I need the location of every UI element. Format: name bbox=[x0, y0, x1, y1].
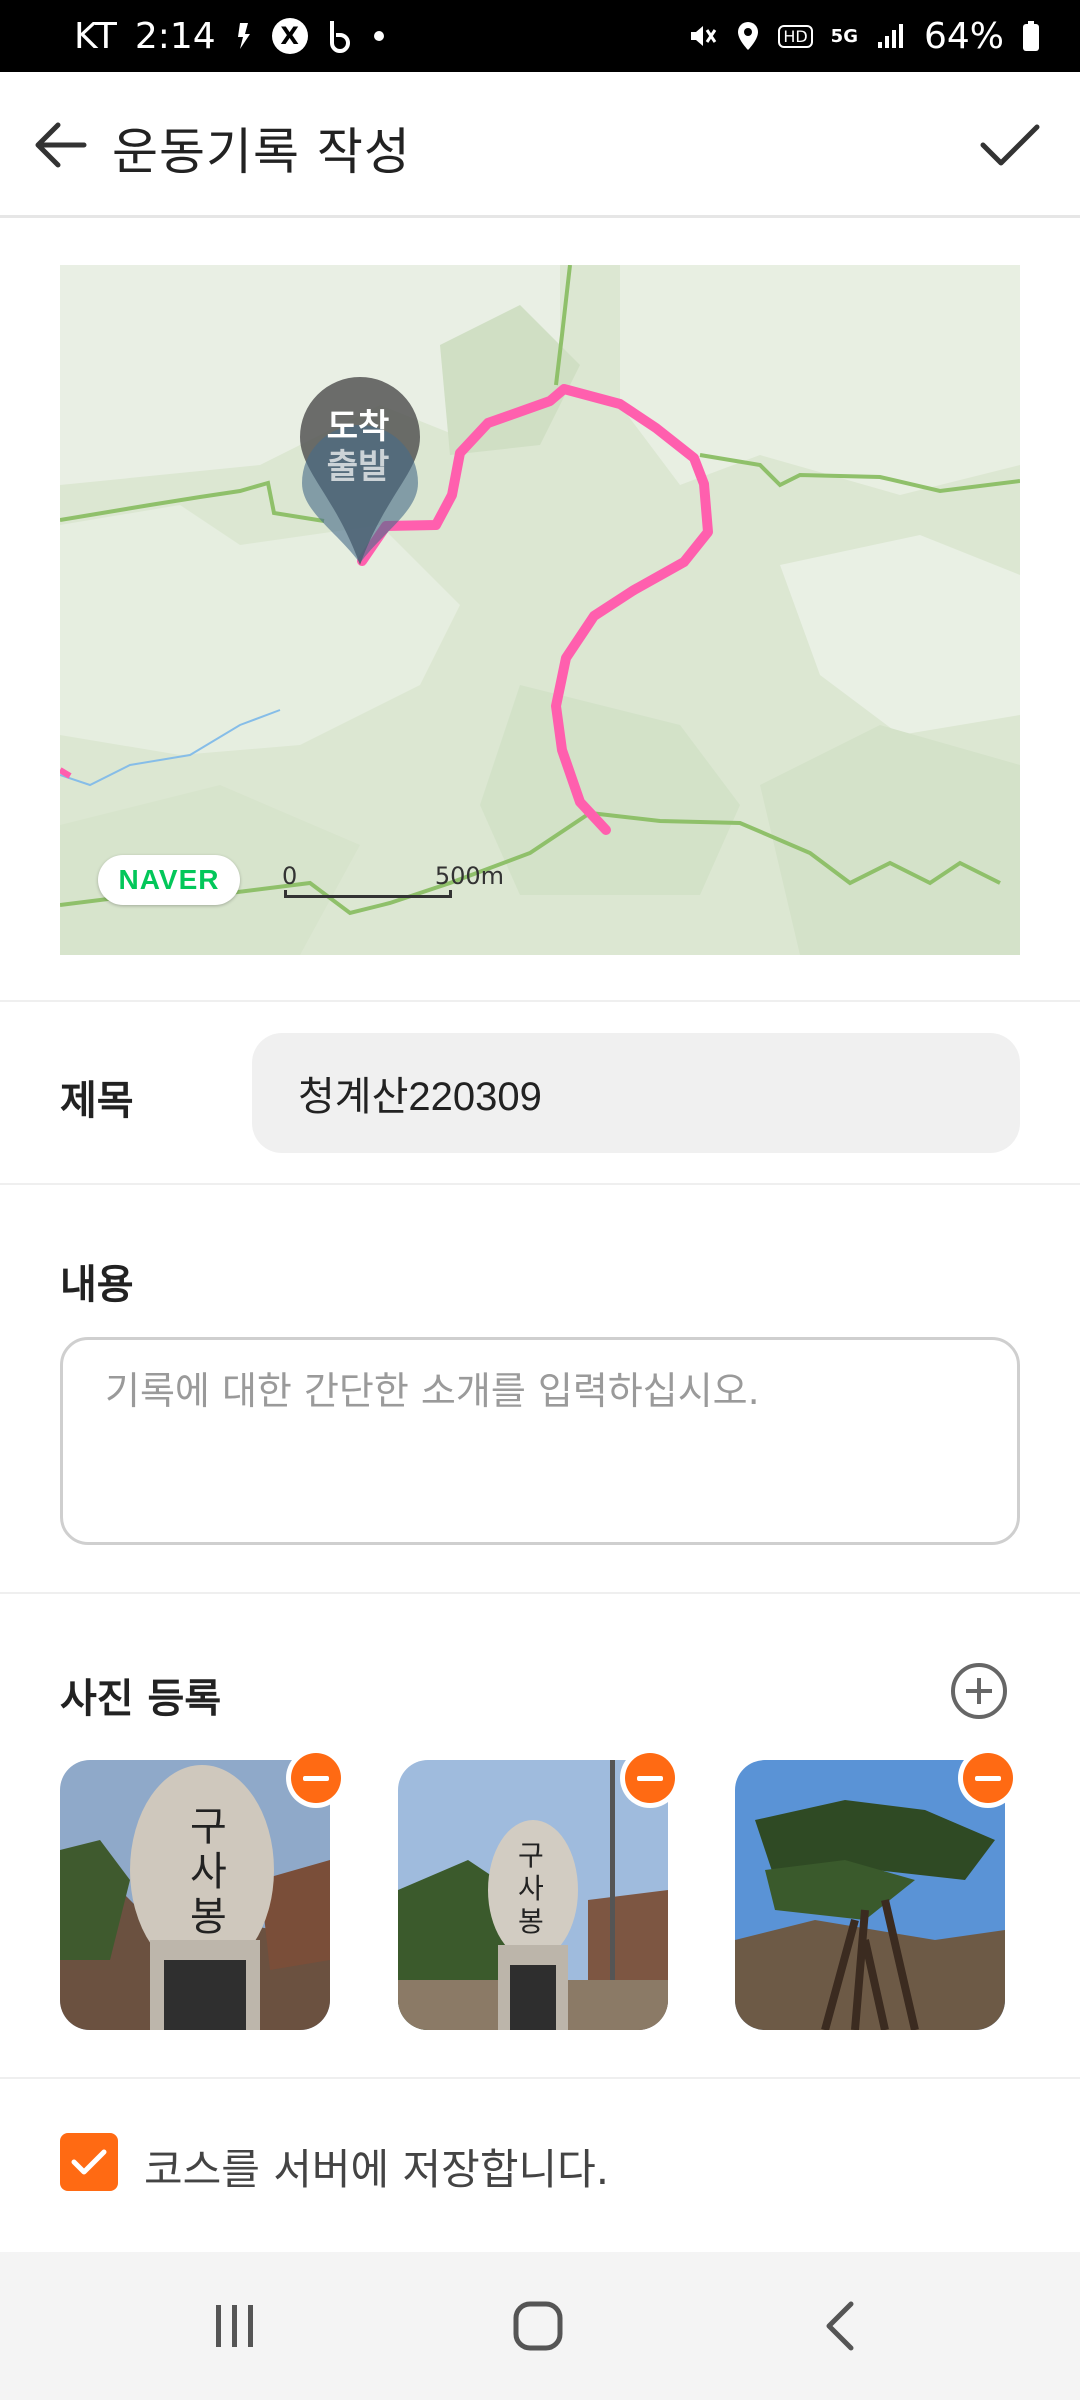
page-title: 운동기록 작성 bbox=[112, 123, 411, 181]
notification-icon bbox=[234, 21, 254, 51]
photo-thumbnail-3[interactable] bbox=[735, 1760, 1005, 2030]
app-bar: 운동기록 작성 bbox=[0, 72, 1080, 218]
confirm-button[interactable] bbox=[970, 105, 1050, 185]
home-icon bbox=[513, 2301, 563, 2351]
recent-apps-button[interactable] bbox=[155, 2252, 315, 2400]
x-app-icon: X bbox=[271, 18, 308, 54]
battery-icon bbox=[1022, 20, 1040, 52]
minus-circle-icon bbox=[625, 1753, 675, 1803]
location-icon bbox=[736, 21, 760, 51]
title-label: 제목 bbox=[60, 1078, 134, 1124]
scale-bar bbox=[284, 890, 452, 898]
photo-thumbnail-1[interactable]: 구 사 봉 bbox=[60, 1760, 330, 2030]
carrier-text: KT bbox=[74, 15, 117, 57]
content-label: 내용 bbox=[60, 1262, 134, 1308]
network-5g-icon: 5G bbox=[830, 25, 858, 47]
system-nav-bar bbox=[0, 2252, 1080, 2400]
divider bbox=[0, 1000, 1080, 1002]
divider bbox=[0, 2077, 1080, 2079]
content-textarea[interactable]: 기록에 대한 간단한 소개를 입력하십시오. bbox=[60, 1337, 1020, 1545]
title-input[interactable]: 청계산220309 bbox=[252, 1033, 1020, 1153]
photos-label: 사진 등록 bbox=[60, 1676, 222, 1722]
svg-text:구: 구 bbox=[518, 1839, 544, 1872]
arrow-left-icon bbox=[35, 122, 87, 168]
nav-back-button[interactable] bbox=[760, 2252, 920, 2400]
remove-photo-button[interactable] bbox=[620, 1748, 680, 1808]
remove-photo-button[interactable] bbox=[958, 1748, 1018, 1808]
svg-text:사: 사 bbox=[190, 1849, 227, 1895]
add-photo-button[interactable] bbox=[950, 1662, 1008, 1720]
minus-circle-icon bbox=[291, 1753, 341, 1803]
remove-photo-button[interactable] bbox=[286, 1748, 346, 1808]
minus-circle-icon bbox=[963, 1753, 1013, 1803]
b-app-icon bbox=[326, 19, 356, 53]
start-label: 출발 bbox=[326, 447, 390, 487]
more-notifications-icon bbox=[373, 31, 384, 41]
recent-apps-icon bbox=[216, 2305, 253, 2347]
svg-text:구: 구 bbox=[190, 1804, 227, 1850]
divider bbox=[0, 1183, 1080, 1185]
back-icon bbox=[826, 2301, 854, 2351]
back-button[interactable] bbox=[20, 105, 100, 185]
time-text: 2:14 bbox=[134, 15, 216, 57]
svg-text:사: 사 bbox=[518, 1872, 544, 1905]
photo-thumbnail-2[interactable]: 구 사 봉 bbox=[398, 1760, 668, 2030]
divider bbox=[0, 1592, 1080, 1594]
naver-logo: NAVER bbox=[98, 855, 240, 905]
map-terrain bbox=[60, 265, 1020, 955]
scale-end-label: 500m bbox=[434, 862, 504, 890]
tree-photo bbox=[735, 1760, 1005, 2030]
battery-text: 64% bbox=[923, 15, 1004, 57]
monument-photo: 구 사 봉 bbox=[398, 1760, 668, 2030]
svg-text:봉: 봉 bbox=[518, 1905, 544, 1938]
route-map[interactable]: 도착 출발 NAVER 0 500m bbox=[60, 265, 1020, 955]
status-bar: KT 2:14 X HD 5G 64% bbox=[0, 0, 1080, 72]
check-icon bbox=[71, 2149, 107, 2175]
scale-start-label: 0 bbox=[282, 862, 298, 890]
map-scale: 0 500m bbox=[282, 862, 504, 902]
save-course-label[interactable]: 코스를 서버에 저장합니다. bbox=[144, 2136, 609, 2197]
hd-icon: HD bbox=[778, 24, 813, 48]
check-icon bbox=[980, 124, 1040, 166]
home-button[interactable] bbox=[458, 2252, 618, 2400]
save-course-checkbox[interactable] bbox=[60, 2133, 118, 2191]
plus-circle-icon bbox=[951, 1663, 1007, 1719]
monument-photo: 구 사 봉 bbox=[60, 1760, 330, 2030]
svg-text:봉: 봉 bbox=[190, 1894, 227, 1940]
start-end-marker[interactable]: 도착 출발 bbox=[298, 375, 422, 565]
mute-icon bbox=[688, 21, 718, 51]
signal-icon bbox=[876, 22, 906, 50]
